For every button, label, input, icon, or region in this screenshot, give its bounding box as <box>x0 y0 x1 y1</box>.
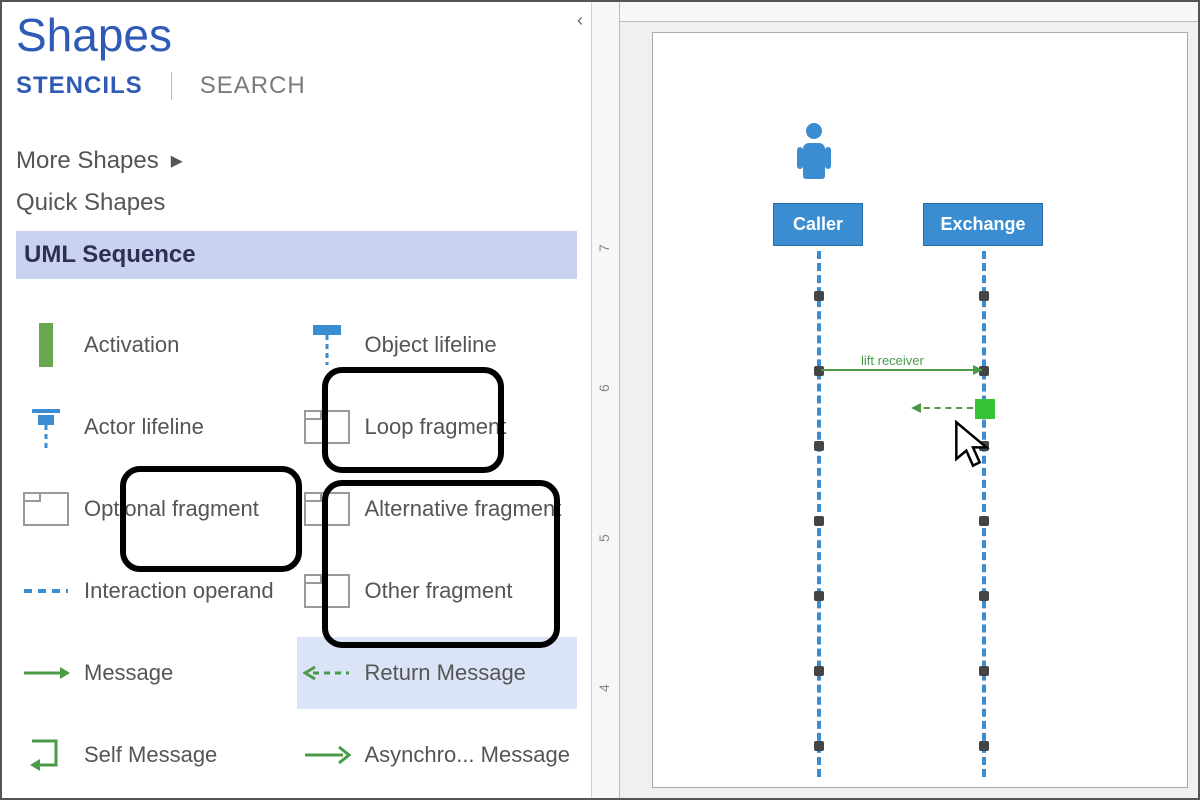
lifeline-line-exchange[interactable] <box>982 251 986 777</box>
shape-return-message[interactable]: Return Message <box>297 637 578 709</box>
shapes-panel: ‹ Shapes STENCILS SEARCH More Shapes ▸ Q… <box>2 2 592 798</box>
shape-async-message[interactable]: Asynchro... Message <box>297 719 578 791</box>
chevron-right-icon: ▸ <box>171 146 183 175</box>
shape-label: Optional fragment <box>84 496 291 521</box>
ruler-vertical: 7 6 5 4 <box>592 2 620 798</box>
shape-grid: Activation Object lifeline Actor lifelin… <box>16 279 591 791</box>
shape-label: Loop fragment <box>365 414 572 439</box>
shape-label: Return Message <box>365 660 572 685</box>
shape-label: Actor lifeline <box>84 414 291 439</box>
shape-label: Object lifeline <box>365 332 572 357</box>
panel-subnav: More Shapes ▸ Quick Shapes <box>16 118 591 231</box>
arrowhead-right-icon <box>973 365 983 375</box>
message-icon <box>22 649 70 697</box>
panel-tabs: STENCILS SEARCH <box>16 72 591 118</box>
alternative-fragment-icon <box>303 485 351 533</box>
quick-shapes-link[interactable]: Quick Shapes <box>16 189 591 217</box>
lifeline-exchange[interactable]: Exchange <box>923 203 1043 246</box>
lifeline-line-caller[interactable] <box>817 251 821 777</box>
ruler-horizontal <box>620 2 1198 22</box>
tab-divider <box>171 72 172 100</box>
collapse-panel-icon[interactable]: ‹ <box>577 10 583 31</box>
shape-optional-fragment[interactable]: Optional fragment <box>16 473 297 545</box>
shape-label: Self Message <box>84 742 291 767</box>
message-label: lift receiver <box>861 353 924 368</box>
tab-stencils[interactable]: STENCILS <box>16 72 143 100</box>
more-shapes-label: More Shapes <box>16 147 159 175</box>
shape-label: Asynchro... Message <box>365 742 572 767</box>
actor-icon[interactable] <box>803 123 825 179</box>
shape-actor-lifeline[interactable]: Actor lifeline <box>16 391 297 463</box>
shape-label: Alternative fragment <box>365 496 572 521</box>
shape-self-message[interactable]: Self Message <box>16 719 297 791</box>
message-arrow[interactable]: lift receiver <box>821 369 981 371</box>
lifeline-caller[interactable]: Caller <box>773 203 863 246</box>
object-lifeline-icon <box>303 321 351 369</box>
shape-interaction-operand[interactable]: Interaction operand <box>16 555 297 627</box>
quick-shapes-label: Quick Shapes <box>16 189 165 217</box>
shape-object-lifeline[interactable]: Object lifeline <box>297 309 578 381</box>
shape-loop-fragment[interactable]: Loop fragment <box>297 391 578 463</box>
arrowhead-left-icon <box>911 403 921 413</box>
ruler-tick: 6 <box>596 384 612 392</box>
actor-lifeline-icon <box>22 403 70 451</box>
shape-label: Activation <box>84 332 291 357</box>
panel-title: Shapes <box>16 2 591 72</box>
self-message-icon <box>22 731 70 779</box>
ruler-tick: 5 <box>596 534 612 542</box>
shape-message[interactable]: Message <box>16 637 297 709</box>
drawing-canvas[interactable]: Caller Exchange lift re <box>652 32 1188 788</box>
other-fragment-icon <box>303 567 351 615</box>
ruler-tick: 7 <box>596 244 612 252</box>
stencil-header[interactable]: UML Sequence <box>16 231 577 279</box>
shape-label: Message <box>84 660 291 685</box>
activation-block[interactable] <box>975 399 995 419</box>
shape-label: Interaction operand <box>84 578 291 603</box>
shape-other-fragment[interactable]: Other fragment <box>297 555 578 627</box>
more-shapes-link[interactable]: More Shapes ▸ <box>16 146 591 175</box>
loop-fragment-icon <box>303 403 351 451</box>
tab-search[interactable]: SEARCH <box>200 72 306 100</box>
activation-icon <box>22 321 70 369</box>
cursor-icon <box>953 419 993 469</box>
shape-label: Other fragment <box>365 578 572 603</box>
return-message-drag[interactable] <box>913 407 973 409</box>
interaction-operand-icon <box>22 567 70 615</box>
shape-alternative-fragment[interactable]: Alternative fragment <box>297 473 578 545</box>
canvas-area: 7 6 5 4 Caller Exchange <box>592 2 1198 798</box>
optional-fragment-icon <box>22 485 70 533</box>
async-message-icon <box>303 731 351 779</box>
ruler-tick: 4 <box>596 684 612 692</box>
return-message-icon <box>303 649 351 697</box>
shape-activation[interactable]: Activation <box>16 309 297 381</box>
